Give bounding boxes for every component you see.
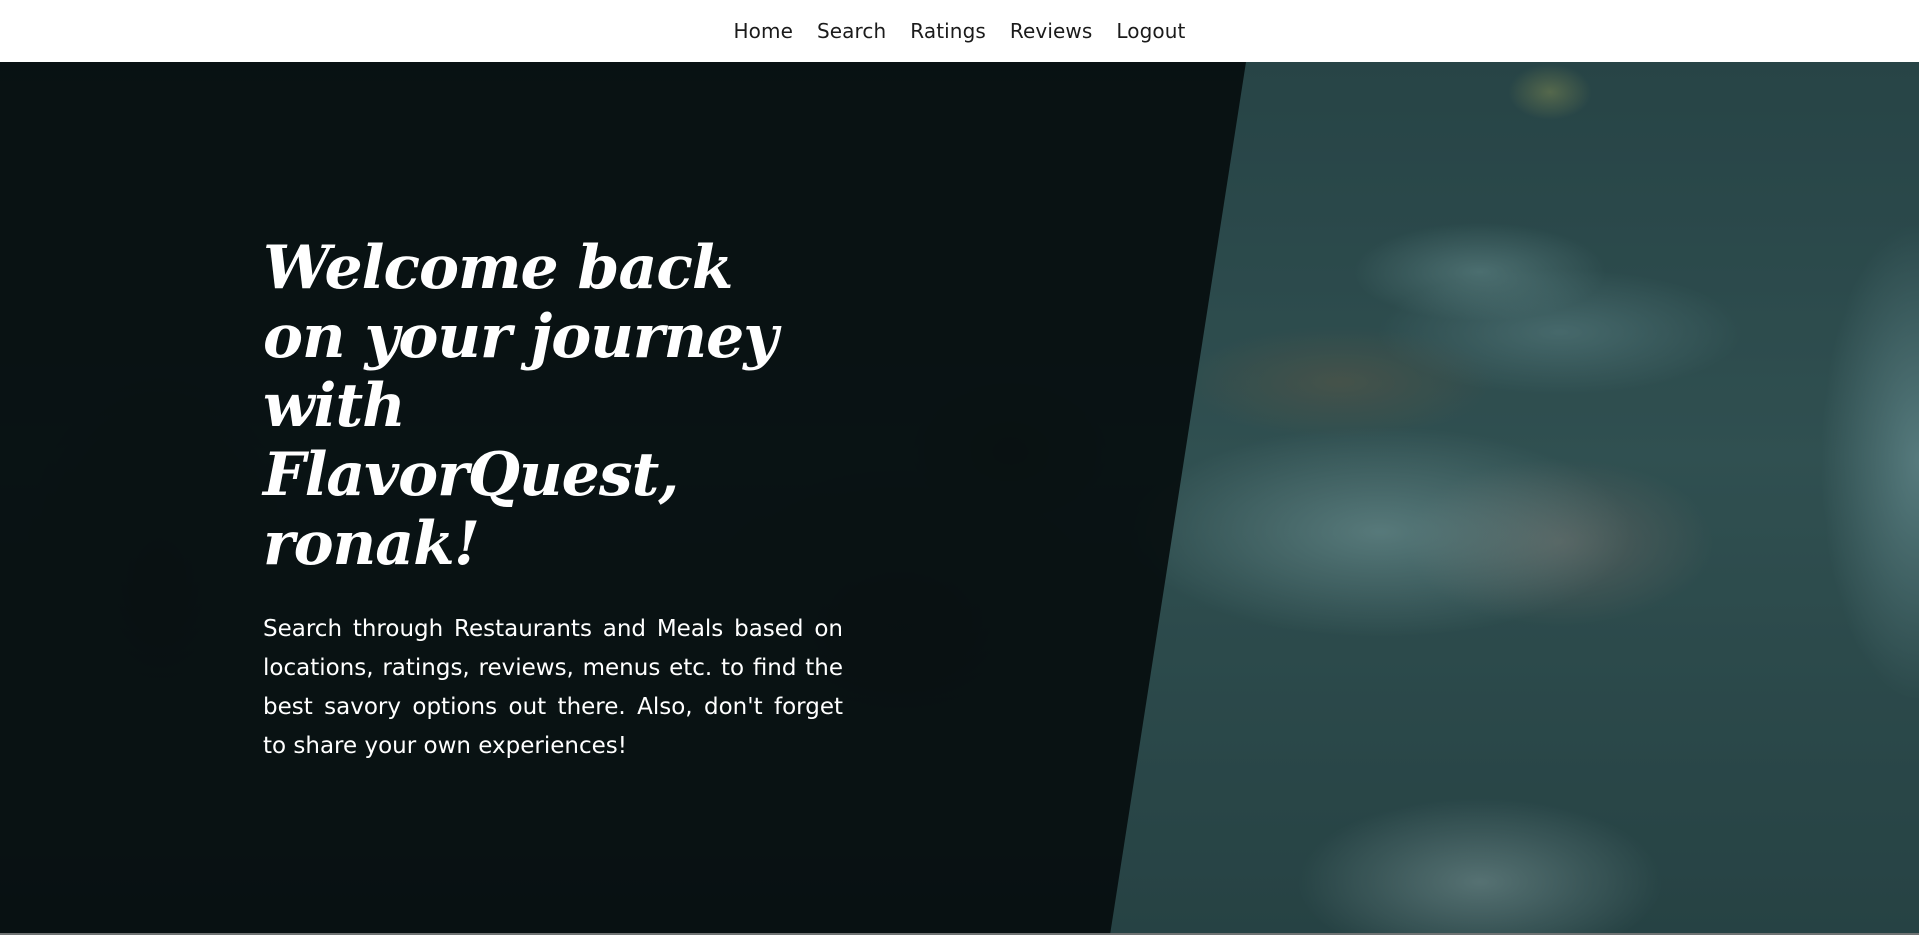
hero-content: Welcome back on your journey with Flavor… [263,234,843,766]
nav-search-link[interactable]: Search [805,0,898,62]
nav-logout-link[interactable]: Logout [1104,0,1197,62]
hero-title: Welcome back on your journey with Flavor… [263,233,778,579]
nav-home-link[interactable]: Home [722,0,805,62]
hero-section: Welcome back on your journey with Flavor… [0,62,1919,935]
nav-ratings-link[interactable]: Ratings [898,0,998,62]
nav-reviews-link[interactable]: Reviews [998,0,1104,62]
top-navigation: Home Search Ratings Reviews Logout [0,0,1919,62]
hero-description: Search through Restaurants and Meals bas… [263,616,843,759]
